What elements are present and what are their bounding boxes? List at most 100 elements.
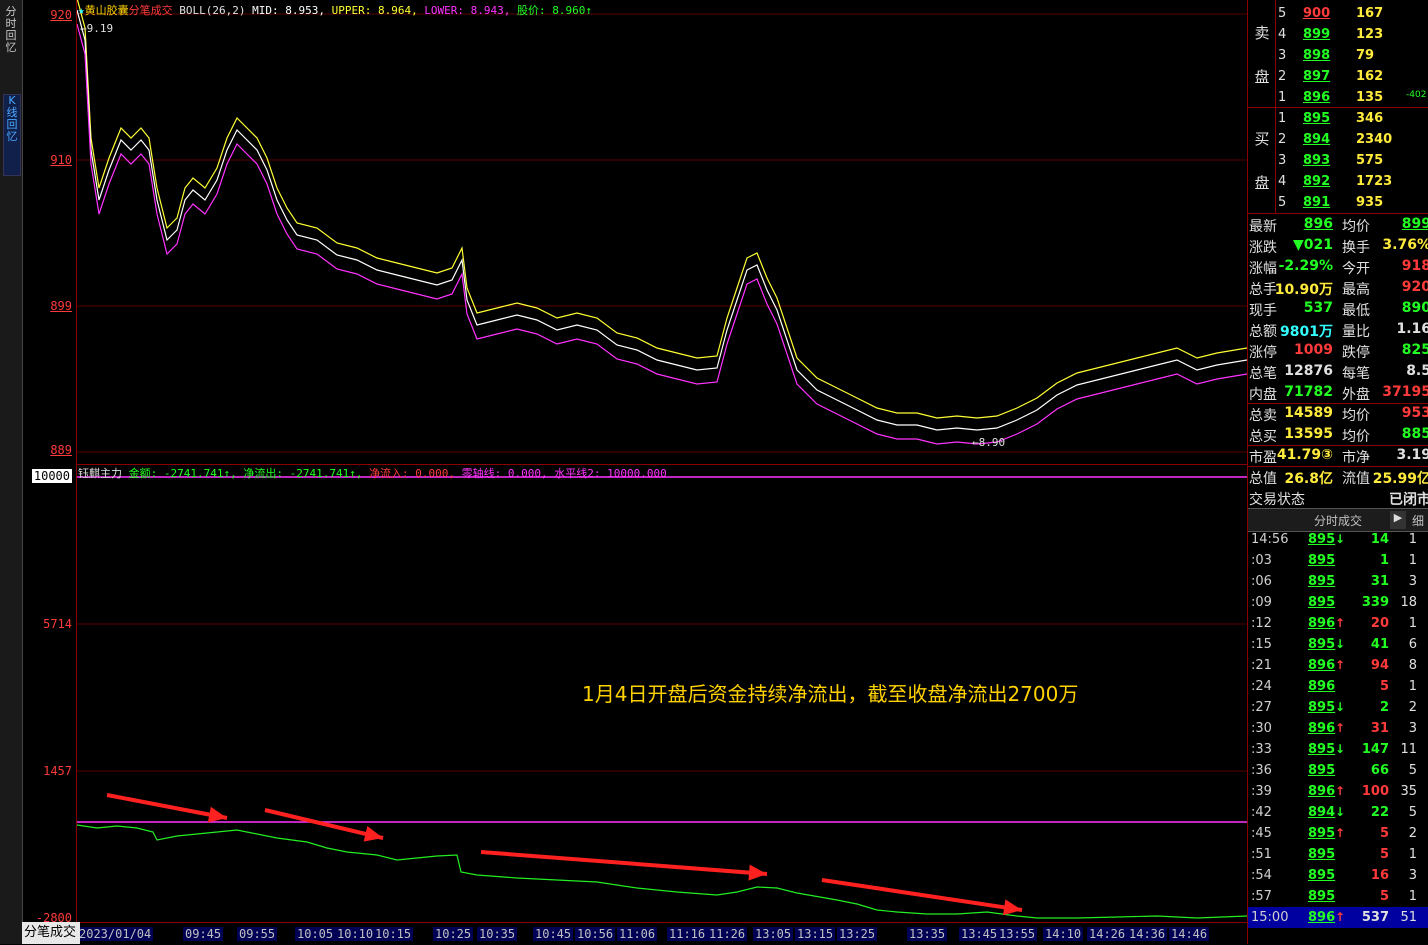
trade-time: :03 — [1251, 553, 1272, 568]
y-label-920: 920 — [50, 8, 72, 22]
time-label: 09:55 — [237, 927, 278, 941]
net-outflow-line — [77, 824, 1247, 919]
trade-row[interactable]: :06 895 31 3 — [1248, 571, 1428, 592]
trade-row[interactable]: :24 896 5 1 — [1248, 676, 1428, 697]
trade-row[interactable]: :15 895 ↓ 41 6 — [1248, 634, 1428, 655]
trade-row[interactable]: :33 895 ↓ 147 11 — [1248, 739, 1428, 760]
trade-price: 895 — [1308, 595, 1336, 610]
quote-label-2: 最低 — [1342, 303, 1370, 319]
trade-row[interactable]: :21 896 ↑ 94 8 — [1248, 655, 1428, 676]
trade-time: :57 — [1251, 889, 1272, 904]
trade-row[interactable]: :51 895 5 1 — [1248, 844, 1428, 865]
trade-direction-icon: ↑ — [1335, 910, 1346, 924]
time-label: 13:25 — [837, 927, 878, 941]
trade-row[interactable]: 15:00 896 ↑ 537 51 — [1248, 907, 1428, 928]
star-icon[interactable]: ★ — [78, 4, 85, 17]
buy-level-3[interactable]: 3 893 575 — [1276, 150, 1428, 171]
level-price[interactable]: 896 — [1303, 90, 1330, 105]
level-price[interactable]: 900 — [1303, 6, 1330, 21]
trade-row[interactable]: :30 896 ↑ 31 3 — [1248, 718, 1428, 739]
price-y-axis: 920 910 899 889 10000 5714 1457 -2800 — [22, 0, 77, 925]
time-label: 14:36 — [1127, 927, 1168, 941]
trade-count: 1 — [1408, 889, 1417, 904]
sell-level-5[interactable]: 5 900 167 — [1276, 3, 1428, 24]
quote-label: 最新 — [1249, 219, 1277, 235]
buy-level-5[interactable]: 5 891 935 — [1276, 192, 1428, 213]
level-price[interactable]: 892 — [1303, 174, 1330, 189]
tab-kline-replay[interactable]: K线回忆 — [3, 94, 21, 176]
trade-count: 5 — [1408, 763, 1417, 778]
flow-lines — [77, 824, 1247, 919]
quote-value: 14589 — [1284, 405, 1333, 421]
level-price[interactable]: 893 — [1303, 153, 1330, 168]
level2-value: 水平线2: 10000.000 — [554, 467, 667, 480]
quote-value-2: 已闭市 — [1389, 492, 1428, 508]
quote-value-2: 918 — [1401, 258, 1428, 274]
trade-row[interactable]: :27 895 ↓ 2 2 — [1248, 697, 1428, 718]
trade-count: 1 — [1408, 553, 1417, 568]
trade-row[interactable]: :42 894 ↓ 22 5 — [1248, 802, 1428, 823]
buy-level-4[interactable]: 4 892 1723 — [1276, 171, 1428, 192]
trade-row[interactable]: :36 895 66 5 — [1248, 760, 1428, 781]
quote-row: 内盘 71782 外盘 37195 — [1248, 382, 1428, 403]
buy-level-1[interactable]: 1 895 346 — [1276, 108, 1428, 129]
trade-volume: 31 — [1370, 721, 1389, 736]
buy-label-1: 买 — [1254, 130, 1270, 148]
upper-legend: ★黄山胶囊分笔成交 BOLL(26,2) MID: 8.953, UPPER: … — [78, 2, 592, 18]
trade-row[interactable]: :45 895 ↑ 5 2 — [1248, 823, 1428, 844]
lower-legend: 钰麒主力 金额: -2741.741↑, 净流出: -2741.741↑, 净流… — [78, 465, 667, 481]
sell-level-3[interactable]: 3 898 79 — [1276, 45, 1428, 66]
trade-row[interactable]: :39 896 ↑ 100 35 — [1248, 781, 1428, 802]
trade-volume: 339 — [1361, 595, 1389, 610]
quote-value: 537 — [1303, 300, 1333, 316]
quote-row: 最新 896 均价 899 — [1248, 214, 1428, 235]
level-price[interactable]: 891 — [1303, 195, 1330, 210]
trade-row[interactable]: :03 895 1 1 — [1248, 550, 1428, 571]
quote-label-2: 均价 — [1342, 408, 1370, 424]
level-price[interactable]: 897 — [1303, 69, 1330, 84]
sell-level-1[interactable]: 1 896 135 -402 — [1276, 87, 1428, 108]
level-price[interactable]: 898 — [1303, 48, 1330, 63]
level-volume: 935 — [1356, 195, 1384, 210]
trade-price: 896 — [1308, 721, 1336, 736]
time-label: 11:06 — [617, 927, 658, 941]
trade-price: 895 — [1308, 532, 1336, 547]
time-label: 14:46 — [1169, 927, 1210, 941]
level-volume: 1723 — [1356, 174, 1393, 189]
trade-price: 895 — [1308, 868, 1336, 883]
level-price[interactable]: 894 — [1303, 132, 1330, 147]
level-price[interactable]: 899 — [1303, 27, 1330, 42]
quote-label-2: 跌停 — [1342, 345, 1370, 361]
trade-row[interactable]: :57 895 5 1 — [1248, 886, 1428, 907]
trade-time: :30 — [1251, 721, 1272, 736]
trade-row[interactable]: 14:56 895 ↓ 14 1 — [1248, 529, 1428, 550]
trade-price: 896 — [1308, 910, 1336, 925]
trade-row[interactable]: :12 896 ↑ 20 1 — [1248, 613, 1428, 634]
sell-level-4[interactable]: 4 899 123 — [1276, 24, 1428, 45]
trades-play-button[interactable]: ▶ — [1390, 511, 1406, 529]
chart-canvas[interactable] — [77, 0, 1247, 922]
quote-value: 1009 — [1294, 342, 1333, 358]
level-volume: 79 — [1356, 48, 1375, 63]
indicator-name: 钰麒主力 — [78, 467, 122, 480]
zero-line-value: 零轴线: 0.000, — [461, 467, 548, 480]
level-price[interactable]: 895 — [1303, 111, 1330, 126]
trade-volume: 5 — [1379, 826, 1389, 841]
buy-level-2[interactable]: 2 894 2340 — [1276, 129, 1428, 150]
trade-direction-icon: ↓ — [1335, 805, 1346, 819]
quote-value: 12876 — [1284, 363, 1333, 379]
trade-row[interactable]: :09 895 339 18 — [1248, 592, 1428, 613]
sell-level-2[interactable]: 2 897 162 — [1276, 66, 1428, 87]
y-label-910: 910 — [50, 153, 72, 167]
tab-tick-trades[interactable]: 分笔成交 — [22, 922, 80, 944]
time-label: 13:35 — [907, 927, 948, 941]
quote-value: 26.8亿 — [1284, 471, 1333, 487]
time-label: 13:45 — [959, 927, 1000, 941]
tab-intraday-replay[interactable]: 分时回忆 — [3, 6, 19, 84]
trade-row[interactable]: :54 895 16 3 — [1248, 865, 1428, 886]
time-label: 13:05 — [753, 927, 794, 941]
trade-direction-icon: ↑ — [1335, 616, 1346, 630]
time-label: 10:25 — [433, 927, 474, 941]
left-tab-bar: 分时回忆 K线回忆 — [0, 0, 23, 944]
trades-detail-button[interactable]: 细 — [1412, 512, 1424, 529]
